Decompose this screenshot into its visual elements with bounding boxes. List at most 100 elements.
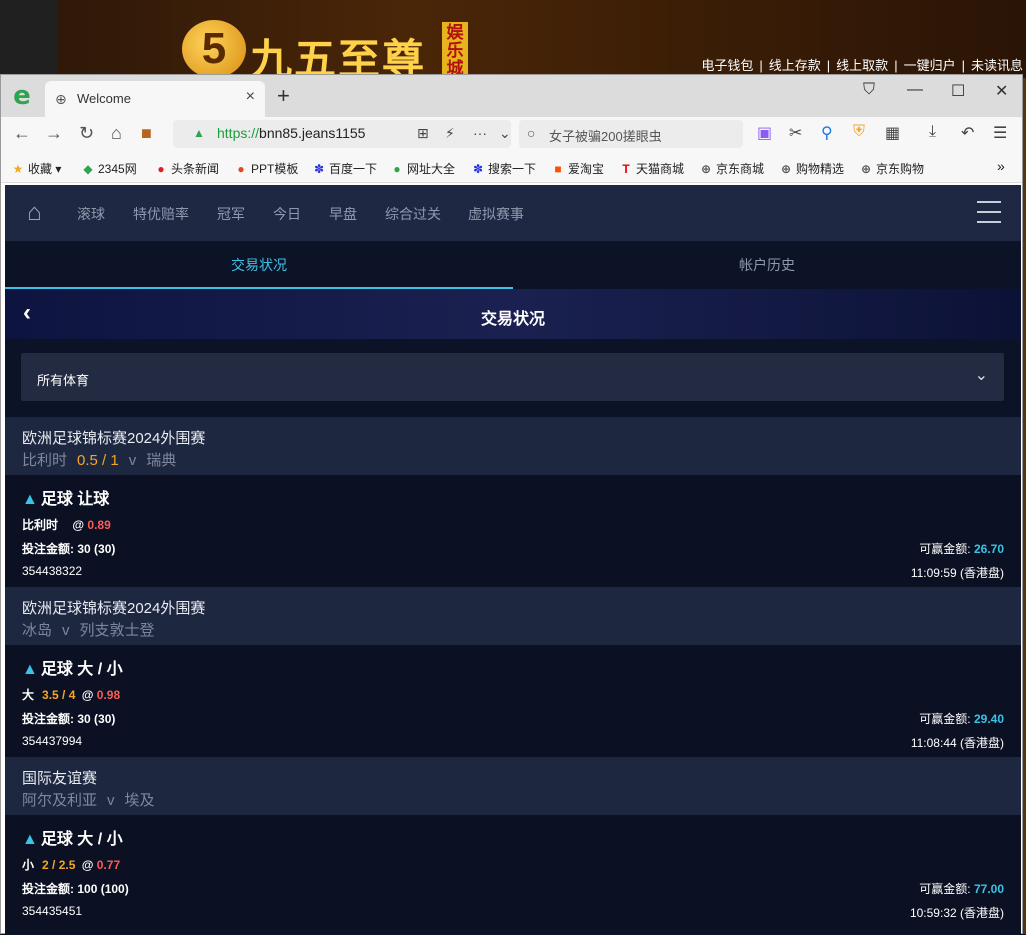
away-team: 埃及	[124, 792, 155, 809]
bookmark-label: 2345网	[98, 162, 137, 176]
new-tab-button[interactable]: +	[277, 83, 290, 109]
paw-icon: ✽	[472, 162, 484, 176]
browser-logo-icon[interactable]: e	[9, 83, 35, 109]
bet-selection: 比利时 @ 0.89	[22, 516, 111, 533]
bookmark-baidu[interactable]: ✽ 百度一下	[312, 160, 377, 177]
tab-welcome[interactable]: ⊕ Welcome ×	[45, 81, 265, 117]
site-link-withdraw[interactable]: 线上取款	[836, 58, 888, 73]
bet-type: ▲ 足球 大 / 小	[22, 655, 123, 679]
bookmark-jd-shop[interactable]: ⊕ 京东购物	[859, 160, 924, 177]
forward-arrow-icon[interactable]: →	[45, 123, 63, 144]
site-link-messages[interactable]: 未读讯息	[971, 58, 1023, 73]
home-icon[interactable]: ⌂	[111, 123, 122, 144]
handicap: 0.5 / 1	[77, 452, 119, 469]
url-scheme: https://	[217, 125, 260, 141]
bet-card-header: 欧洲足球锦标赛2024外围赛 比利时 0.5 / 1 v 瑞典	[5, 417, 1021, 475]
close-tab-icon[interactable]: ×	[246, 88, 255, 106]
close-window-icon[interactable]: ✕	[995, 81, 1008, 101]
site-link-transfer[interactable]: 一键归户	[904, 58, 956, 73]
bet-card-header: 欧洲足球锦标赛2024外围赛 冰岛 v 列支敦士登	[5, 587, 1021, 645]
nav-outright[interactable]: 冠军	[217, 204, 245, 224]
match-line: 阿尔及利亚 v 埃及	[22, 789, 155, 810]
briefcase-icon[interactable]: ■	[141, 123, 152, 144]
bet-card-body: ▲ 足球 大 / 小 小 2 / 2.5 @ 0.77 投注金额: 100 (100…	[5, 815, 1021, 927]
menu-icon[interactable]: ☰	[993, 123, 1007, 143]
site-icon: T	[622, 162, 630, 176]
bet-time: 11:09:59 (香港盘)	[910, 566, 1004, 580]
odds: 0.77	[96, 858, 121, 872]
shield-icon[interactable]: ⛨	[853, 123, 865, 141]
bookmark-label: PPT模板	[251, 162, 299, 176]
win-label: 可赢金额:	[919, 542, 971, 556]
win-amount: 29.40	[973, 712, 1004, 726]
nav-best-odds[interactable]: 特优赔率	[133, 204, 189, 224]
site-logo: 5	[182, 20, 246, 78]
back-arrow-icon[interactable]: ←	[13, 123, 31, 144]
bet-type-label: 足球 让球	[40, 491, 110, 508]
league-name: 国际友谊赛	[22, 770, 98, 787]
bookmark-toutiao[interactable]: ● 头条新闻	[154, 160, 219, 177]
chevron-down-icon: ⌄	[974, 367, 988, 384]
site-icon: ●	[157, 162, 165, 176]
nav-early[interactable]: 早盘	[329, 204, 357, 224]
maximize-icon[interactable]: ☐	[951, 81, 965, 101]
league-name: 欧洲足球锦标赛2024外围赛	[22, 430, 206, 447]
betting-app: ⌂ 滚球 特优赔率 冠军 今日 早盘 综合过关 虚拟赛事 交易状况 帐户历史 ‹…	[5, 185, 1021, 935]
translate-icon[interactable]: ▣	[757, 123, 772, 143]
nav-live[interactable]: 滚球	[77, 204, 105, 224]
bookmark-aitaobao[interactable]: ■ 爱淘宝	[551, 160, 604, 177]
scissors-icon[interactable]: ✂	[789, 123, 802, 143]
hamburger-menu-icon[interactable]	[977, 201, 1001, 223]
shirt-icon[interactable]: ⛉	[863, 81, 875, 99]
home-icon[interactable]: ⌂	[27, 199, 42, 227]
bet-card-header: 国际友谊赛 阿尔及利亚 v 埃及	[5, 757, 1021, 815]
sport-filter-dropdown[interactable]: 所有体育 ⌄	[21, 353, 1004, 401]
potential-win: 可赢金额: 29.40	[919, 710, 1004, 727]
more-bookmarks-icon[interactable]: »	[997, 158, 1005, 174]
home-team: 冰岛	[22, 622, 53, 639]
undo-icon[interactable]: ↶	[961, 123, 974, 143]
site-icon: ■	[554, 162, 562, 176]
bookmark-hao[interactable]: ● 网址大全	[390, 160, 455, 177]
site-link-deposit[interactable]: 线上存款	[769, 58, 821, 73]
bookmark-label: 收藏	[28, 162, 53, 176]
minimize-icon[interactable]: —	[907, 81, 923, 99]
bet-time: 10:59:32 (香港盘)	[909, 906, 1004, 920]
warning-icon: ▲	[22, 661, 38, 678]
nav-virtual[interactable]: 虚拟赛事	[468, 204, 524, 224]
more-icon[interactable]: ···	[473, 125, 487, 141]
bookmark-2345[interactable]: ◆ 2345网	[81, 160, 137, 177]
chevron-down-icon[interactable]: ⌄	[499, 125, 511, 142]
bookmark-jd[interactable]: ⊕ 京东商城	[699, 160, 764, 177]
away-team: 列支敦士登	[79, 622, 155, 639]
site-link-wallet[interactable]: 电子钱包	[701, 58, 753, 73]
bet-type-label: 足球 大 / 小	[40, 661, 123, 678]
tab-transaction-status[interactable]: 交易状况	[5, 241, 513, 289]
address-bar[interactable]: ▲ https://bnn85.jeans1155 ⊞ ⚡ ··· ⌄	[173, 120, 511, 148]
page-header: ‹ 交易状况	[5, 289, 1021, 339]
nav-today[interactable]: 今日	[273, 204, 301, 224]
search-input[interactable]: ○ 女子被骗200搓眼虫	[519, 120, 743, 148]
bookmark-label: 购物精选	[796, 162, 845, 176]
search-icon: ○	[527, 125, 536, 141]
translate-page-icon[interactable]: ⊞	[417, 125, 429, 142]
download-icon[interactable]: ⤓	[929, 123, 936, 141]
bookmark-shopping[interactable]: ⊕ 购物精选	[779, 160, 844, 177]
stake-label: 投注金额:	[22, 542, 74, 556]
lightning-icon[interactable]: ⚡	[445, 125, 455, 142]
tab-account-history[interactable]: 帐户历史	[513, 241, 1021, 289]
bookmark-label: 头条新闻	[171, 162, 220, 176]
apps-grid-icon[interactable]: ▦	[885, 123, 900, 143]
refresh-icon[interactable]: ↻	[79, 123, 94, 144]
site-tag: 娱乐城	[442, 22, 468, 78]
bookmark-search[interactable]: ✽ 搜索一下	[471, 160, 536, 177]
bookmark-favorites[interactable]: ★ 收藏 ▾	[11, 160, 62, 177]
stake-label: 投注金额:	[22, 712, 74, 726]
url-host: bnn85.jeans1155	[259, 125, 366, 141]
bookmark-label: 天猫商城	[636, 162, 685, 176]
bookmark-ppt[interactable]: ● PPT模板	[234, 160, 298, 177]
bookmark-tmall[interactable]: T 天猫商城	[619, 160, 684, 177]
sport-filter-value: 所有体育	[37, 373, 90, 388]
magnifier-icon[interactable]: ⚲	[821, 123, 833, 143]
nav-parlay[interactable]: 综合过关	[385, 204, 441, 224]
